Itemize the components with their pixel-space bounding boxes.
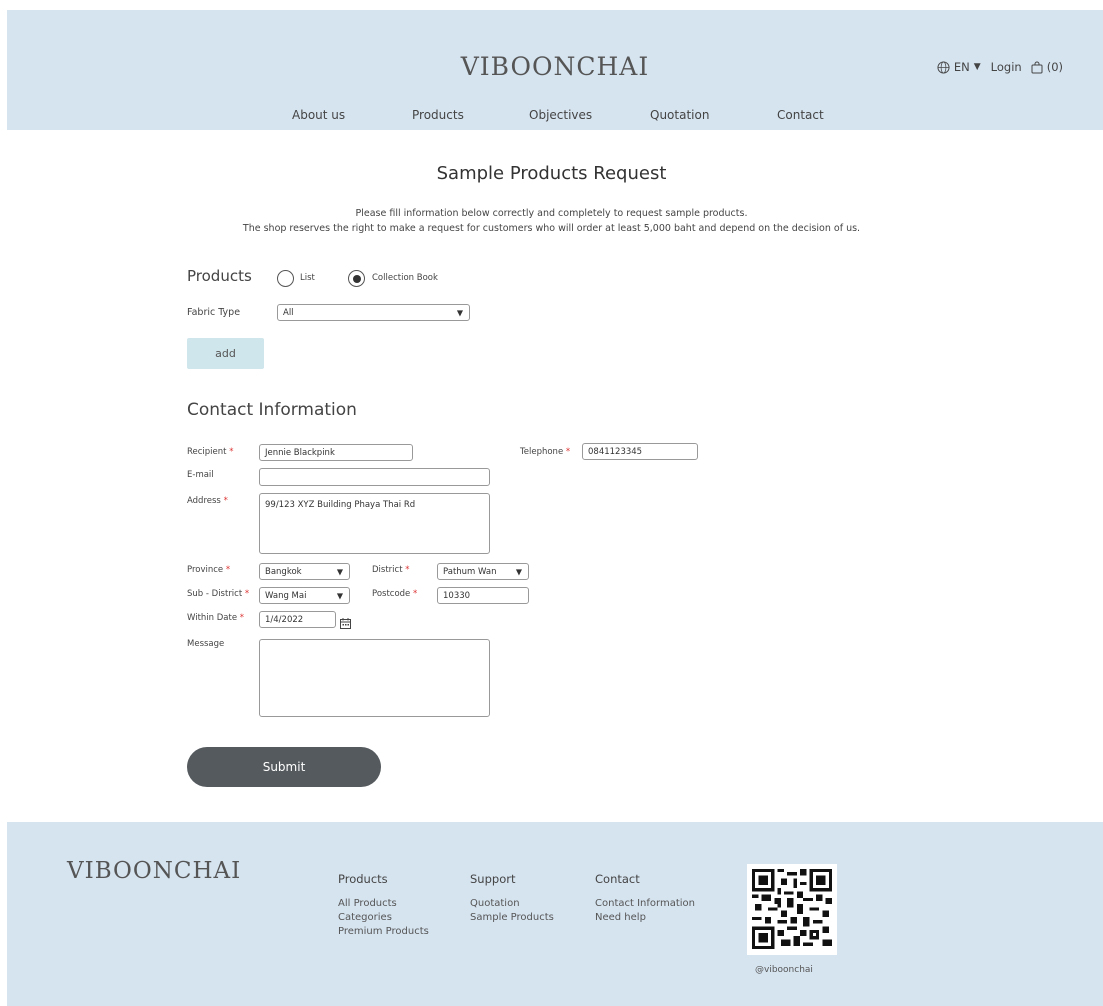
nav-products[interactable]: Products — [412, 108, 464, 122]
footer-link[interactable]: Categories — [338, 911, 429, 925]
radio-list-label: List — [300, 273, 315, 283]
subdistrict-select[interactable]: Wang Mai ▼ — [259, 587, 350, 604]
globe-icon[interactable] — [937, 60, 950, 74]
province-value: Bangkok — [265, 566, 302, 577]
district-label: District * — [372, 565, 410, 575]
footer-heading: Products — [338, 872, 388, 886]
login-link[interactable]: Login — [991, 60, 1022, 74]
fabric-type-value: All — [283, 307, 294, 318]
page-title: Sample Products Request — [436, 163, 667, 184]
subdistrict-label: Sub - District * — [187, 589, 250, 599]
postcode-input[interactable]: 10330 — [437, 587, 529, 604]
nav-contact[interactable]: Contact — [777, 108, 824, 122]
footer-brand-logo[interactable]: VIBOONCHAI — [67, 858, 241, 884]
address-textarea[interactable]: 99/123 XYZ Building Phaya Thai Rd — [259, 493, 490, 554]
footer-link[interactable]: Contact Information — [595, 897, 695, 911]
nav-objectives[interactable]: Objectives — [529, 108, 592, 122]
recipient-label: Recipient * — [187, 447, 234, 457]
caret-down-icon: ▼ — [456, 308, 463, 317]
footer-link[interactable]: All Products — [338, 897, 429, 911]
radio-collection-book[interactable] — [348, 270, 365, 287]
header-utilities: EN ▼ Login (0) — [937, 60, 1063, 74]
fabric-type-select[interactable]: All ▼ — [277, 304, 470, 321]
province-label: Province * — [187, 565, 231, 575]
caret-down-icon: ▼ — [336, 591, 343, 600]
language-selector[interactable]: EN — [954, 60, 970, 74]
postcode-label: Postcode * — [372, 589, 418, 599]
subdistrict-value: Wang Mai — [265, 590, 307, 601]
qr-handle-text: @viboonchai — [755, 965, 813, 975]
caret-down-icon: ▼ — [515, 567, 522, 576]
radio-list[interactable] — [277, 270, 294, 287]
within-date-label: Within Date * — [187, 613, 245, 623]
district-select[interactable]: Pathum Wan ▼ — [437, 563, 529, 580]
main-nav: About us Products Objectives Quotation C… — [7, 108, 1103, 124]
footer-link[interactable]: Premium Products — [338, 925, 429, 939]
footer-col-contact: Contact Contact Information Need help — [595, 872, 695, 925]
footer-link[interactable]: Quotation — [470, 897, 554, 911]
footer-heading: Contact — [595, 872, 640, 886]
telephone-input[interactable]: 0841123345 — [582, 443, 698, 460]
caret-down-icon: ▼ — [336, 567, 343, 576]
products-heading: Products — [187, 267, 252, 285]
fabric-type-label: Fabric Type — [187, 307, 241, 318]
calendar-icon[interactable] — [340, 614, 351, 629]
intro-text-line-1: Please fill information below correctly … — [355, 208, 748, 219]
footer-link[interactable]: Sample Products — [470, 911, 554, 925]
contact-heading: Contact Information — [187, 400, 357, 420]
province-select[interactable]: Bangkok ▼ — [259, 563, 350, 580]
message-textarea[interactable] — [259, 639, 490, 717]
telephone-label: Telephone * — [520, 447, 571, 457]
nav-about-us[interactable]: About us — [292, 108, 345, 122]
site-header: VIBOONCHAI EN ▼ Login (0) About us Produ… — [7, 10, 1103, 130]
nav-quotation[interactable]: Quotation — [650, 108, 709, 122]
submit-button[interactable]: Submit — [187, 747, 381, 787]
cart-count[interactable]: (0) — [1047, 60, 1063, 74]
footer-heading: Support — [470, 872, 516, 886]
recipient-input[interactable]: Jennie Blackpink — [259, 444, 413, 461]
radio-collection-book-label: Collection Book — [372, 273, 438, 283]
within-date-input[interactable]: 1/4/2022 — [259, 611, 336, 628]
address-label: Address * — [187, 496, 228, 506]
email-input[interactable] — [259, 468, 490, 486]
footer-col-support: Support Quotation Sample Products — [470, 872, 554, 925]
district-value: Pathum Wan — [443, 566, 497, 577]
footer-col-products: Products All Products Categories Premium… — [338, 872, 429, 939]
footer-link[interactable]: Need help — [595, 911, 695, 925]
shopping-bag-icon[interactable] — [1031, 61, 1043, 74]
email-label: E-mail — [187, 470, 214, 480]
add-button[interactable]: add — [187, 338, 264, 369]
intro-text-line-2: The shop reserves the right to make a re… — [242, 223, 861, 234]
site-footer: VIBOONCHAI Products All Products Categor… — [7, 822, 1103, 1006]
qr-code-image — [747, 864, 837, 955]
message-label: Message — [187, 639, 225, 649]
caret-down-icon[interactable]: ▼ — [974, 62, 981, 72]
